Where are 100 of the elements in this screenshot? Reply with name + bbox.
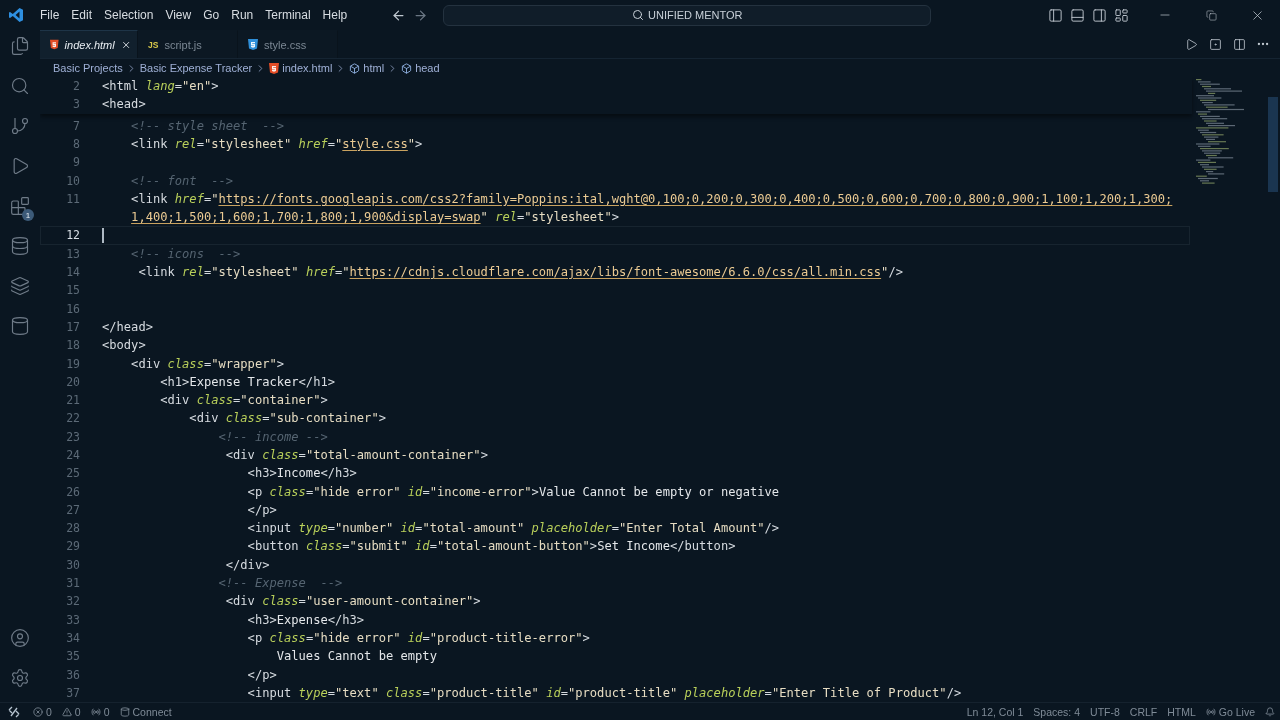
code-line: <p class="hide error" id="product-title-error">	[246, 630, 590, 645]
menu-item[interactable]: Go	[197, 8, 226, 22]
status-item[interactable]: HTML	[1162, 703, 1201, 720]
code-line: <link rel="stylesheet" href="https://cdnjs.cloudflare.com/ajax/libs/font-awesome/6.6.0/css/all.min.css"/>	[137, 265, 903, 279]
breadcrumb-item[interactable]: index.html	[282, 62, 333, 74]
code-line: <link rel="stylesheet" href="style.css">	[130, 136, 423, 151]
line-number: 9	[72, 155, 80, 170]
warnings-count[interactable]: 0	[56, 703, 86, 720]
line-number: 28	[65, 521, 80, 536]
menu-item[interactable]: Edit	[65, 8, 99, 22]
html-file-icon	[50, 39, 59, 50]
app-logo	[8, 7, 24, 23]
line-number: 32	[65, 594, 80, 609]
line-number: 18	[65, 338, 80, 353]
code-line: <h1>Expense Tracker</h1>	[159, 374, 335, 389]
search-icon	[632, 9, 644, 21]
breadcrumb-item[interactable]: head	[415, 62, 440, 74]
line-number: 8	[72, 136, 80, 151]
broadcast-icon	[90, 706, 101, 717]
code-line: <!-- font -->	[130, 173, 234, 188]
line-number: 16	[65, 301, 80, 316]
line-number: 19	[65, 356, 80, 371]
code-line: <head>	[102, 97, 146, 112]
code-line: <h3>Expense</h3>	[246, 612, 365, 627]
editor-tab[interactable]: index.html	[40, 30, 138, 58]
breadcrumb-item[interactable]: Basic Expense Tracker	[139, 62, 253, 74]
menu-item[interactable]: View	[159, 8, 198, 22]
code-line: <h3>Income</h3>	[246, 466, 357, 481]
code-line: Values Cannot be empty	[275, 649, 437, 664]
code-line: </p>	[246, 667, 277, 682]
status-item[interactable]: CRLF	[1124, 703, 1163, 720]
line-number: 21	[65, 393, 80, 408]
line-number: 36	[65, 667, 80, 682]
menu-item[interactable]: Selection	[98, 8, 160, 22]
line-number: 29	[65, 539, 80, 554]
layers-icon[interactable]	[8, 274, 32, 298]
line-number: 11	[65, 191, 80, 206]
code-line: <div class="user-amount-container">	[224, 594, 481, 609]
code-line: <input type="number" id="total-amount" placeholder="Enter Total Amount"/>	[246, 521, 780, 536]
line-number: 13	[65, 246, 80, 261]
line-number: 20	[65, 374, 80, 389]
line-number: 12	[65, 228, 80, 243]
line-number: 17	[65, 319, 80, 334]
status-item[interactable]: UTF-8	[1085, 703, 1125, 720]
go-live-button[interactable]: Go Live	[1200, 703, 1260, 720]
error-icon	[33, 706, 43, 717]
warning-icon	[61, 706, 72, 717]
code-line: </head>	[102, 319, 153, 334]
line-number: 2	[72, 79, 80, 94]
command-search-field[interactable]: UNIFIED MENTOR	[443, 4, 932, 26]
code-line: </p>	[246, 502, 277, 517]
code-line: <div class="container">	[159, 393, 328, 408]
html-file-icon	[269, 62, 280, 74]
line-number: 26	[65, 484, 80, 499]
menu-item[interactable]: Terminal	[259, 8, 317, 22]
code-line: </div>	[224, 557, 270, 572]
cylinder-icon	[119, 706, 130, 717]
account-icon[interactable]	[8, 626, 32, 650]
line-number: 3	[72, 97, 80, 112]
status-item[interactable]: Spaces: 4	[1028, 703, 1086, 720]
code-line: <div class="wrapper">	[130, 356, 285, 371]
errors-count[interactable]: 0	[28, 703, 57, 720]
code-line: <!-- style sheet -->	[130, 118, 285, 133]
code-line: <div class="total-amount-container">	[224, 448, 488, 462]
line-number: 27	[65, 502, 80, 517]
menu-item[interactable]: Run	[225, 8, 260, 22]
ports-count[interactable]: 0	[85, 703, 115, 720]
breadcrumb-item[interactable]: Basic Projects	[53, 62, 123, 74]
code-line: <!-- income -->	[217, 429, 328, 444]
code-line: <!-- icons -->	[130, 246, 241, 261]
css-file-icon	[248, 39, 258, 50]
line-number: 22	[65, 411, 80, 426]
code-line: <p class="hide error" id="income-error">Value Cannot be empty or negative	[246, 484, 780, 499]
cube-icon	[349, 62, 361, 74]
js-file-icon: JS	[148, 39, 159, 50]
line-number: 33	[65, 612, 80, 627]
code-line: <html lang="en">	[102, 79, 219, 94]
code-line: <link href="https://fonts.googleapis.com/css2?family=Poppins:ital,wght@0,100;0,200;0,300;0,400;0,500;0,600;0,700;0,800;0,900;1,100;1,200;1,300;	[130, 191, 1173, 206]
count-badge: 1	[22, 209, 34, 221]
breadcrumb-item[interactable]: html	[363, 62, 385, 74]
menu-item[interactable]: File	[34, 8, 66, 22]
line-number: 7	[72, 118, 80, 133]
code-line: <input type="text" class="product-title" id="product-title" placeholder="Enter Title of Product"/>	[246, 685, 962, 700]
connect-button[interactable]: Connect	[114, 703, 177, 720]
code-line: <button class="submit" id="total-amount-button">Set Income</button>	[246, 539, 736, 554]
status-item[interactable]: Ln 12, Col 1	[961, 703, 1029, 720]
line-number: 34	[65, 630, 80, 645]
line-number: 31	[65, 576, 80, 591]
line-number: 15	[65, 283, 80, 298]
menu-item[interactable]: Help	[316, 8, 354, 22]
cube-icon	[401, 62, 413, 74]
line-number: 23	[65, 429, 80, 444]
text-cursor	[102, 227, 104, 243]
line-number: 10	[65, 173, 80, 188]
code-line: <!-- Expense -->	[217, 576, 343, 591]
code-line: <div class="sub-container">	[188, 411, 386, 426]
line-number: 37	[65, 685, 80, 700]
line-number: 35	[65, 649, 80, 664]
line-number: 14	[65, 265, 80, 279]
code-line: <body>	[102, 338, 146, 353]
